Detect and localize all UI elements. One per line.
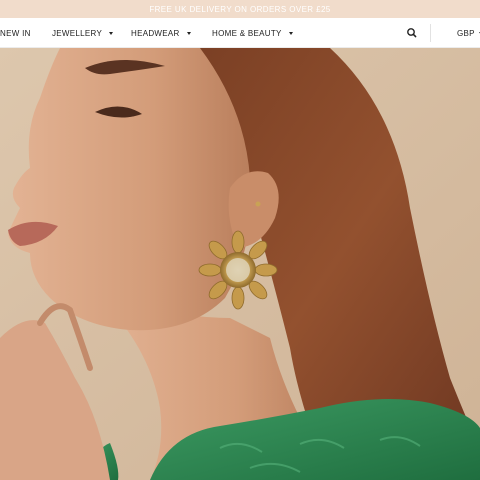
hero-photo — [0, 48, 480, 480]
ear-stud — [255, 201, 261, 207]
currency-selector[interactable]: GBP — [457, 18, 480, 48]
nav-item-label: HOME & BEAUTY — [212, 28, 282, 38]
search-icon — [407, 28, 417, 38]
chevron-down-icon — [109, 31, 114, 35]
chevron-down-icon — [288, 31, 293, 35]
nav-item-label: NEW IN — [0, 28, 31, 38]
hero-image[interactable] — [0, 48, 480, 480]
search-button[interactable] — [404, 26, 420, 40]
main-nav: NEW IN JEWELLERY HEADWEAR HOME & BEAUTY … — [0, 18, 480, 48]
nav-item-headwear[interactable]: HEADWEAR — [131, 18, 191, 48]
nav-divider — [430, 24, 431, 42]
sunflower-earring — [198, 230, 278, 310]
promo-text: FREE UK DELIVERY ON ORDERS OVER £25 — [149, 4, 331, 14]
nav-item-jewellery[interactable]: JEWELLERY — [52, 18, 114, 48]
nav-item-new-in[interactable]: NEW IN — [0, 18, 31, 48]
promo-banner: FREE UK DELIVERY ON ORDERS OVER £25 — [0, 0, 480, 18]
currency-label: GBP — [457, 28, 475, 38]
chevron-down-icon — [186, 31, 191, 35]
nav-item-home-beauty[interactable]: HOME & BEAUTY — [212, 18, 293, 48]
nav-item-label: HEADWEAR — [131, 28, 180, 38]
nav-item-label: JEWELLERY — [52, 28, 103, 38]
